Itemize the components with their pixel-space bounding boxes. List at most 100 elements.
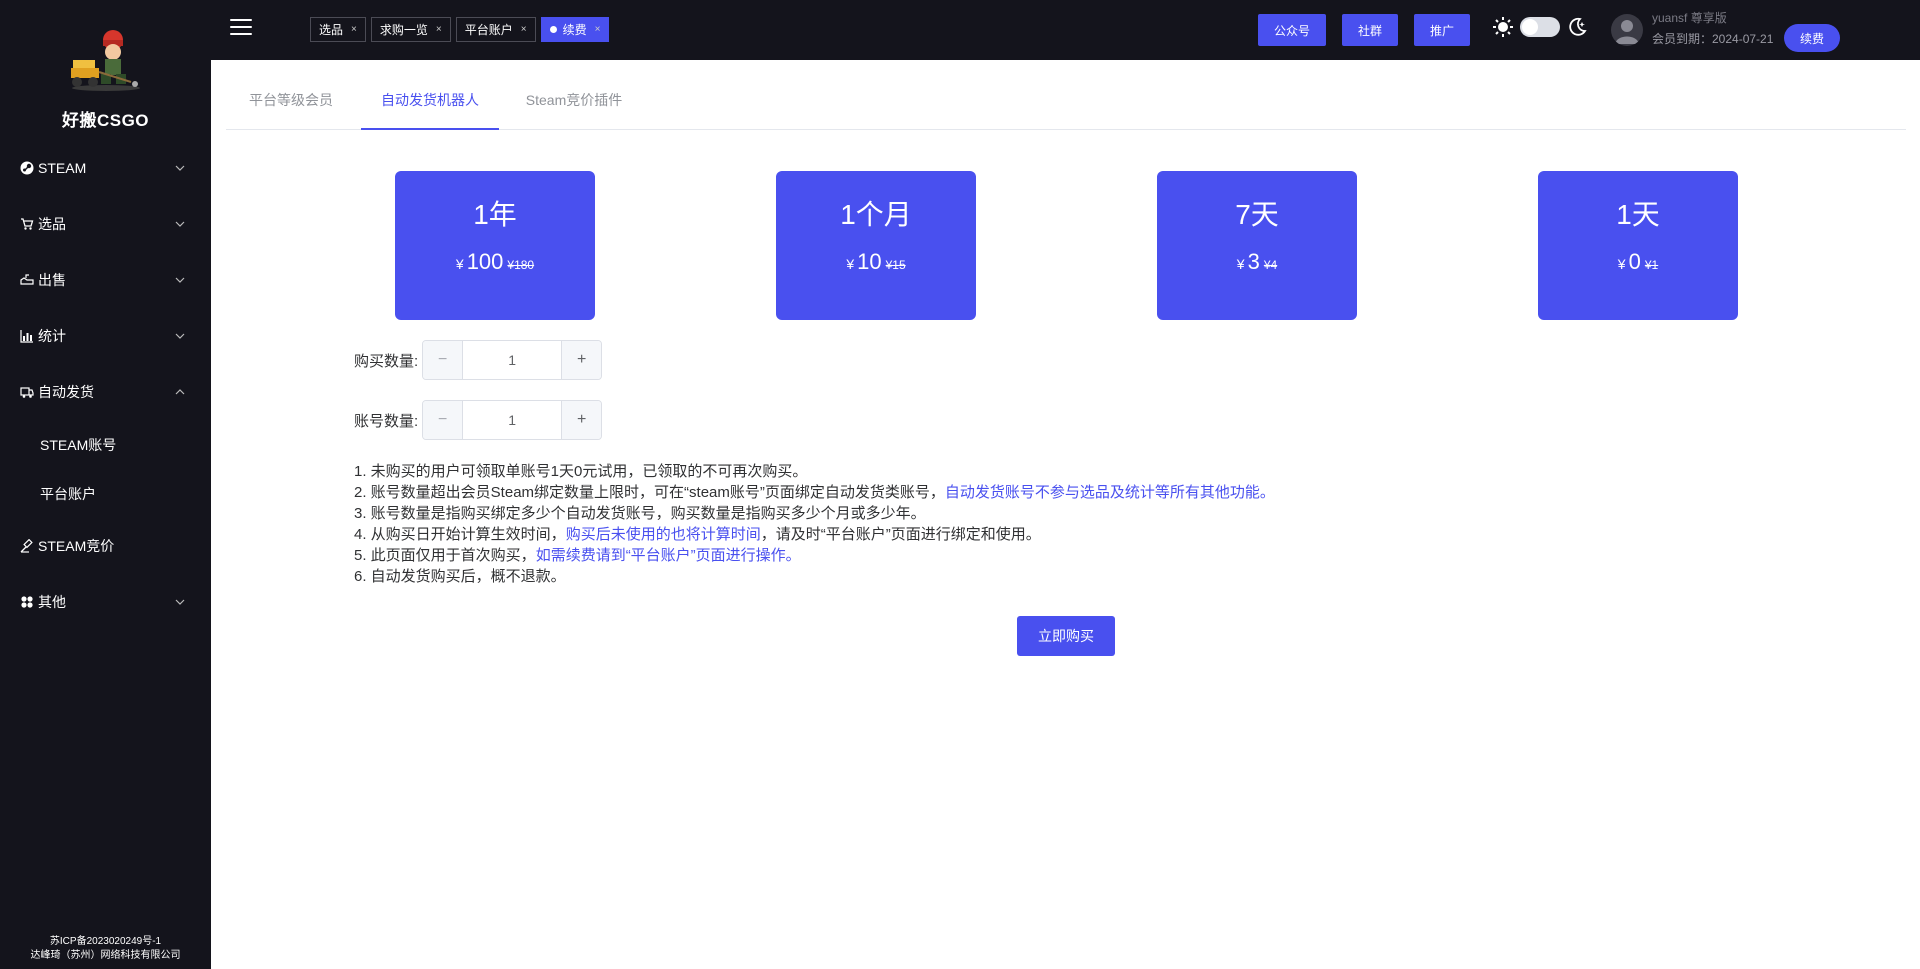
decrease-button[interactable]: −	[423, 401, 464, 439]
user-name: yuansf 尊享版	[1652, 11, 1727, 25]
close-icon[interactable]: ×	[521, 24, 527, 35]
moon-icon	[1569, 17, 1587, 36]
sidebar-item-select[interactable]: 选品	[0, 196, 211, 252]
sidebar-item-auto-delivery[interactable]: 自动发货	[0, 364, 211, 420]
bid-icon	[20, 539, 34, 553]
grid-icon	[20, 595, 34, 609]
membership-expiry: 会员到期：2024-07-21	[1652, 32, 1774, 46]
currency-symbol: ¥	[1617, 256, 1626, 272]
plan-price-value: 3	[1247, 249, 1260, 274]
sidebar-item-sell[interactable]: 出售	[0, 252, 211, 308]
main-content: 平台等级会员 自动发货机器人 Steam竞价插件 1年 ¥100 ¥180 1个月…	[211, 60, 1920, 969]
currency-symbol: ¥	[1236, 256, 1245, 272]
chevron-down-icon	[175, 277, 185, 283]
note-text: 5. 此页面仅用于首次购买，	[354, 547, 536, 564]
sidebar-subitem-label: 平台账户	[40, 485, 96, 502]
account-quantity-stepper: − +	[422, 400, 603, 440]
sidebar-subitem-platform-account[interactable]: 平台账户	[0, 469, 211, 518]
menu-toggle-icon[interactable]	[230, 19, 252, 37]
sidebar-item-stats[interactable]: 统计	[0, 308, 211, 364]
tab-platform-level-member[interactable]: 平台等级会员	[241, 60, 341, 130]
sidebar-item-other[interactable]: 其他	[0, 574, 211, 630]
plan-card-1-year[interactable]: 1年 ¥100 ¥180	[395, 171, 595, 320]
plan-price: ¥100 ¥180	[395, 249, 595, 275]
increase-button[interactable]: +	[561, 401, 602, 439]
tag-platform-account[interactable]: 平台账户 ×	[455, 17, 536, 42]
tag-select[interactable]: 选品 ×	[310, 17, 366, 42]
note-4: 4. 从购买日开始计算生效时间，购买后未使用的也将计算时间，请及时“平台账户”页…	[354, 524, 1275, 545]
note-1: 1. 未购买的用户可领取单账号1天0元试用，已领取的不可再次购买。	[354, 463, 808, 480]
decrease-button[interactable]: −	[423, 341, 464, 379]
tag-label: 平台账户	[464, 23, 513, 37]
purchase-quantity-stepper: − +	[422, 340, 603, 380]
note-highlight: 购买后未使用的也将计算时间	[565, 526, 761, 543]
official-account-button[interactable]: 公众号	[1258, 14, 1326, 46]
purchase-notes: 1. 未购买的用户可领取单账号1天0元试用，已领取的不可再次购买。 2. 账号数…	[354, 461, 1275, 587]
icp-link[interactable]: 苏ICP备2023020249号-1	[0, 935, 211, 949]
sidebar-item-label: 出售	[38, 272, 66, 288]
tab-steam-bid-plugin[interactable]: Steam竞价插件	[519, 60, 629, 130]
note-2: 2. 账号数量超出会员Steam绑定数量上限时，可在“steam账号”页面绑定自…	[354, 482, 1275, 503]
note-text: 2. 账号数量超出会员Steam绑定数量上限时，可在“steam账号”页面绑定自…	[354, 484, 945, 501]
tag-renew[interactable]: 续费 ×	[540, 17, 610, 42]
sun-icon	[1493, 17, 1513, 37]
currency-symbol: ¥	[846, 256, 855, 272]
chevron-up-icon	[175, 389, 185, 395]
close-icon[interactable]: ×	[351, 24, 357, 35]
plan-price-value: 0	[1628, 249, 1641, 274]
steam-icon	[20, 161, 34, 175]
plan-price: ¥3 ¥4	[1157, 249, 1357, 275]
sidebar-item-label: 自动发货	[38, 384, 94, 400]
account-quantity-input[interactable]	[463, 401, 562, 439]
sidebar-footer: 苏ICP备2023020249号-1 达峰琦（苏州）网络科技有限公司	[0, 935, 211, 963]
avatar[interactable]	[1611, 14, 1643, 46]
tag-purchase-list[interactable]: 求购一览 ×	[370, 17, 451, 42]
user-icon	[1615, 20, 1639, 44]
note-highlight: 如需续费请到“平台账户”页面进行操作。	[535, 547, 801, 564]
note-6: 6. 自动发货购买后，概不退款。	[354, 568, 566, 585]
chevron-down-icon	[175, 599, 185, 605]
sidebar-item-steam[interactable]: STEAM	[0, 140, 211, 196]
tab-bar: 平台等级会员 自动发货机器人 Steam竞价插件	[226, 60, 1906, 130]
chevron-down-icon	[175, 333, 185, 339]
sidebar-subitem-steam-account[interactable]: STEAM账号	[0, 420, 211, 469]
plan-card-7-days[interactable]: 7天 ¥3 ¥4	[1157, 171, 1357, 320]
cart-icon	[20, 217, 34, 231]
chart-icon	[20, 329, 34, 343]
chevron-down-icon	[175, 165, 185, 171]
plan-original-price: ¥180	[507, 258, 535, 272]
promote-button[interactable]: 推广	[1414, 14, 1470, 46]
active-dot-icon	[549, 26, 557, 33]
currency-symbol: ¥	[455, 256, 464, 272]
purchase-quantity-label: 购买数量:	[354, 352, 419, 370]
plan-card-1-day[interactable]: 1天 ¥0 ¥1	[1538, 171, 1738, 320]
plan-card-1-month[interactable]: 1个月 ¥10 ¥15	[776, 171, 976, 320]
truck-icon	[20, 385, 34, 399]
theme-toggle[interactable]	[1520, 17, 1560, 37]
sidebar-menu: STEAM 选品 出售 统计 自动发货 STEAM账号 平台账户 STEAM竞价…	[0, 140, 211, 630]
note-highlight: 自动发货账号不参与选品及统计等所有其他功能。	[944, 484, 1275, 501]
plan-duration: 1天	[1616, 199, 1660, 230]
plan-original-price: ¥15	[885, 258, 906, 272]
brand-logo[interactable]: 好搬CSGO	[0, 26, 211, 131]
increase-button[interactable]: +	[561, 341, 602, 379]
sidebar-item-label: STEAM	[38, 160, 87, 176]
purchase-quantity-input[interactable]	[463, 341, 562, 379]
sidebar-subitem-label: STEAM账号	[40, 436, 117, 453]
sidebar-item-steam-bid[interactable]: STEAM竞价	[0, 518, 211, 574]
sidebar-item-label: 统计	[38, 328, 66, 344]
close-icon[interactable]: ×	[436, 24, 442, 35]
buy-now-button[interactable]: 立即购买	[1017, 616, 1115, 656]
tab-auto-delivery-bot[interactable]: 自动发货机器人	[361, 60, 499, 130]
sidebar: 好搬CSGO STEAM 选品 出售 统计 自动发货 STEAM账号 平台账户 …	[0, 0, 211, 969]
note-text: 4. 从购买日开始计算生效时间，	[354, 526, 566, 543]
chevron-down-icon	[175, 221, 185, 227]
plan-price-value: 10	[857, 249, 882, 274]
plan-original-price: ¥1	[1644, 258, 1659, 272]
account-quantity-field: 账号数量: − +	[354, 400, 603, 440]
plan-price-value: 100	[466, 249, 504, 274]
renew-button[interactable]: 续费	[1784, 24, 1840, 52]
note-5: 5. 此页面仅用于首次购买，如需续费请到“平台账户”页面进行操作。	[354, 545, 1275, 566]
community-button[interactable]: 社群	[1342, 14, 1398, 46]
close-icon[interactable]: ×	[595, 24, 601, 35]
